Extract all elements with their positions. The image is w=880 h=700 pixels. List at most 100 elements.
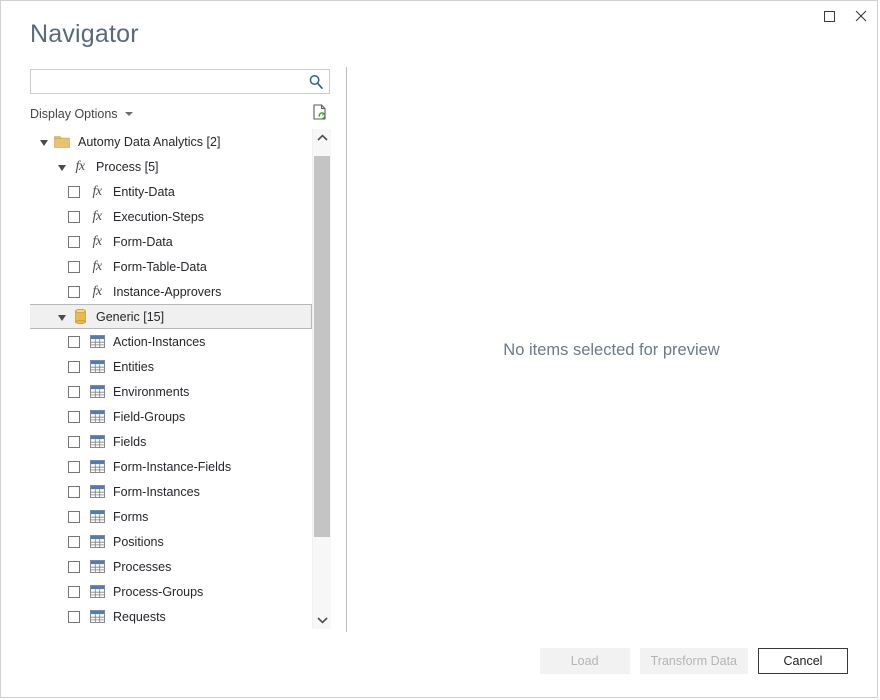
tree-item[interactable]: Field-Groups [30,404,311,429]
tree-item[interactable]: Process-Groups [30,579,311,604]
preview-empty-message: No items selected for preview [347,341,876,360]
tree-item[interactable]: Generic [15] [30,304,312,329]
tree-scrollbar[interactable] [312,129,331,629]
tree-item[interactable]: Forms [30,504,311,529]
expand-collapse-toggle[interactable] [40,140,48,146]
preview-pane: No items selected for preview [347,67,876,632]
refresh-document-icon[interactable] [311,103,329,123]
tree-item-label: Process-Groups [113,585,203,599]
tree-item[interactable]: Processes [30,554,311,579]
fx-icon: fx [89,259,105,275]
tree-item[interactable]: fx Form-Data [30,229,311,254]
close-icon [855,10,867,22]
tree-item[interactable]: fx Execution-Steps [30,204,311,229]
fx-icon: fx [89,184,105,200]
table-icon [89,334,105,350]
load-button: Load [540,648,630,674]
tree-item-checkbox[interactable] [68,561,80,573]
tree-item-label: Form-Instances [113,485,200,499]
tree-item-label: Instance-Approvers [113,285,221,299]
left-pane: Display Options [30,69,332,124]
tree-item-checkbox[interactable] [68,461,80,473]
tree-item-checkbox[interactable] [68,186,80,198]
tree-item-checkbox[interactable] [68,211,80,223]
tree-content: Automy Data Analytics [2]fxProcess [5]fx… [30,129,311,629]
navigator-dialog: Navigator Display Options [0,0,878,698]
expand-collapse-toggle[interactable] [58,165,66,171]
tree-item[interactable]: fxProcess [5] [30,154,311,179]
tree-item-label: Form-Instance-Fields [113,460,231,474]
table-icon [89,384,105,400]
close-button[interactable] [845,1,877,31]
tree-item-label: Form-Data [113,235,173,249]
scrollbar-thumb[interactable] [314,156,330,537]
tree-item-label: Fields [113,435,146,449]
search-icon[interactable] [307,73,325,91]
tree-item[interactable]: Automy Data Analytics [2] [30,129,311,154]
chevron-up-icon [317,134,328,142]
table-icon [89,409,105,425]
options-row: Display Options [30,104,330,124]
maximize-button[interactable] [813,1,845,31]
tree-item-label: Automy Data Analytics [2] [78,135,220,149]
tree-item[interactable]: Fields [30,429,311,454]
tree-item-checkbox[interactable] [68,261,80,273]
cancel-button[interactable]: Cancel [758,648,848,674]
tree-item[interactable]: Form-Instance-Fields [30,454,311,479]
table-icon [89,584,105,600]
table-icon [89,434,105,450]
fx-icon: fx [89,209,105,225]
tree-item-label: Process [5] [96,160,159,174]
fx-icon: fx [89,284,105,300]
tree-item[interactable]: fx Instance-Approvers [30,279,311,304]
tree-item-checkbox[interactable] [68,436,80,448]
fx-icon: fx [89,234,105,250]
search-input[interactable] [31,70,303,93]
database-icon [72,309,88,325]
tree-item-checkbox[interactable] [68,386,80,398]
tree-item-checkbox[interactable] [68,336,80,348]
page-title: Navigator [30,19,139,49]
tree-item-checkbox[interactable] [68,236,80,248]
tree-item[interactable]: Form-Instances [30,479,311,504]
tree-item-label: Action-Instances [113,335,205,349]
search-box[interactable] [30,69,330,94]
tree-item[interactable]: Positions [30,529,311,554]
tree-item-checkbox[interactable] [68,486,80,498]
tree-item-label: Generic [15] [96,310,164,324]
tree-item[interactable]: fx Form-Table-Data [30,254,311,279]
tree-item-checkbox[interactable] [68,611,80,623]
tree-item-label: Entities [113,360,154,374]
tree-item-checkbox[interactable] [68,536,80,548]
tree-item-checkbox[interactable] [68,586,80,598]
tree-item-label: Entity-Data [113,185,175,199]
table-icon [89,559,105,575]
folder-icon [54,134,70,150]
tree-item[interactable]: Requests [30,604,311,629]
footer-buttons: LoadTransform DataCancel [540,648,848,674]
tree-item[interactable]: Entities [30,354,311,379]
tree-item-checkbox[interactable] [68,286,80,298]
tree-item[interactable]: fx Entity-Data [30,179,311,204]
tree-item[interactable]: Action-Instances [30,329,311,354]
display-options-label: Display Options [30,107,118,121]
tree-item-checkbox[interactable] [68,511,80,523]
scroll-up-button[interactable] [313,129,331,147]
scroll-down-button[interactable] [313,611,331,629]
tree-item[interactable]: Environments [30,379,311,404]
maximize-icon [824,11,835,22]
tree-item-label: Processes [113,560,171,574]
display-options-button[interactable]: Display Options [30,104,133,124]
tree-item-checkbox[interactable] [68,361,80,373]
dialog-footer: LoadTransform DataCancel [2,631,876,696]
window-controls [813,1,877,31]
tree-item-label: Form-Table-Data [113,260,207,274]
table-icon [89,509,105,525]
expand-collapse-toggle[interactable] [58,315,66,321]
tree-item-label: Requests [113,610,166,624]
tree-item-label: Field-Groups [113,410,185,424]
tree-item-label: Execution-Steps [113,210,204,224]
object-tree[interactable]: Automy Data Analytics [2]fxProcess [5]fx… [30,129,332,629]
tree-item-checkbox[interactable] [68,411,80,423]
table-icon [89,484,105,500]
